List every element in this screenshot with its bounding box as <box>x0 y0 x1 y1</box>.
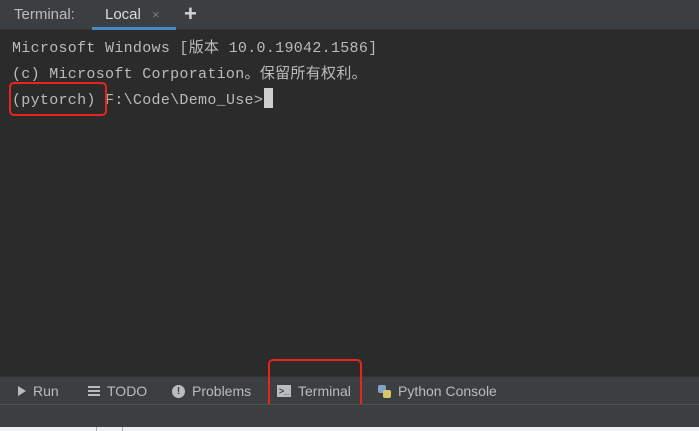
run-icon <box>18 386 26 396</box>
tab-local[interactable]: Local × <box>92 0 176 30</box>
status-strip <box>0 427 699 431</box>
terminal-cursor <box>264 88 274 108</box>
python-icon <box>378 384 391 398</box>
tab-local-label: Local <box>105 6 141 23</box>
close-icon[interactable]: × <box>152 0 160 30</box>
python-console-tool-button[interactable]: Python Console <box>378 377 497 405</box>
python-console-label: Python Console <box>398 383 497 399</box>
warning-icon: ! <box>172 384 185 398</box>
terminal-line-2: (c) Microsoft Corporation。保留所有权利。 <box>12 66 367 83</box>
todo-label: TODO <box>107 383 148 399</box>
add-tab-icon[interactable]: + <box>184 0 197 28</box>
status-divider <box>122 427 123 431</box>
terminal-tab-prefix: Terminal: <box>14 6 75 23</box>
run-tool-button[interactable]: Run <box>18 377 59 405</box>
run-label: Run <box>33 383 59 399</box>
terminal-line-1: Microsoft Windows [版本 10.0.19042.1586] <box>12 40 378 57</box>
list-icon <box>88 386 100 396</box>
todo-tool-button[interactable]: TODO <box>88 377 147 405</box>
highlight-box-env <box>9 82 107 116</box>
status-divider <box>96 427 97 431</box>
prompt-path: F:\Code\Demo_Use> <box>95 92 264 109</box>
problems-label: Problems <box>192 383 252 399</box>
terminal-tab-bar: Terminal: Local × + <box>0 0 699 30</box>
problems-tool-button[interactable]: ! Problems <box>172 377 251 405</box>
status-bar <box>0 404 699 431</box>
